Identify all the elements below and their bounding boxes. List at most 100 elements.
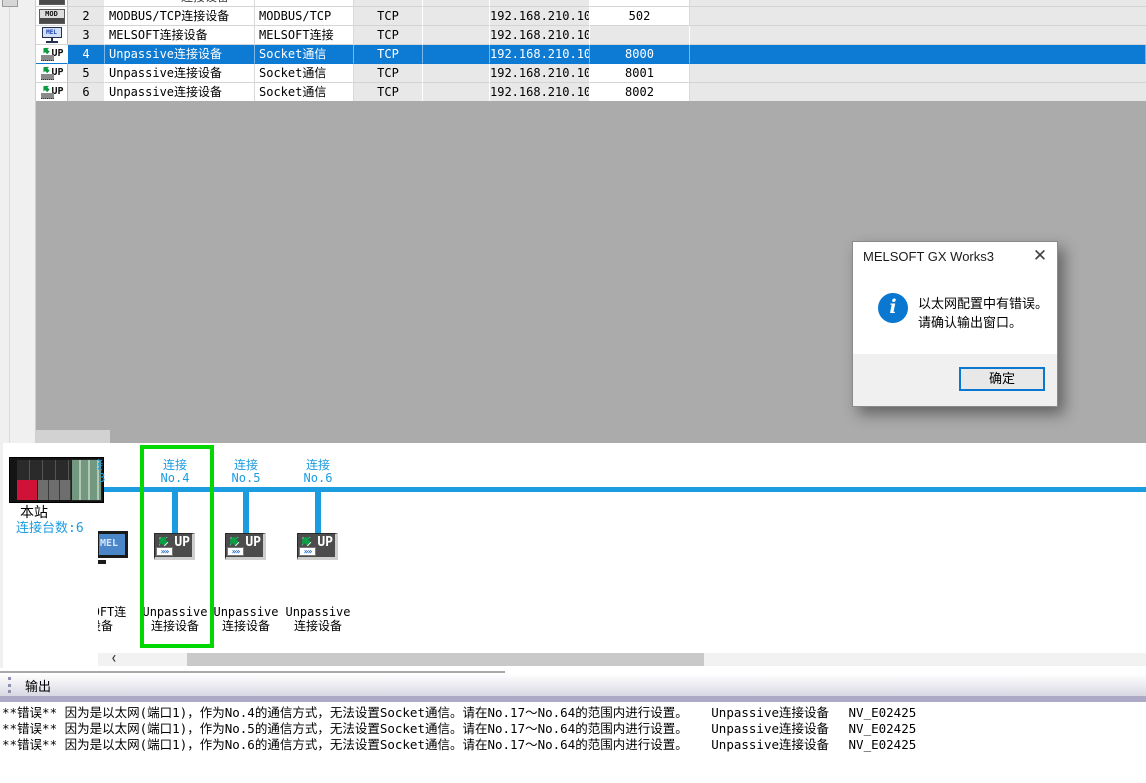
connection-label-no6: 连接 No.6 xyxy=(278,459,358,485)
port-cell[interactable]: 8002 xyxy=(590,83,690,102)
selected-connection-highlight xyxy=(140,445,214,648)
comm-method-cell[interactable]: Socket通信 xyxy=(255,83,354,102)
port-cell[interactable]: 8000 xyxy=(590,45,690,64)
connection-label-no5: 连接 No.5 xyxy=(206,459,286,485)
spacer-cell xyxy=(423,83,490,102)
protocol-cell: TCP xyxy=(354,83,423,102)
spacer-cell xyxy=(423,0,490,7)
error-message: 因为是以太网(端口1)，作为No.4的通信方式，无法设置Socket通信。请在N… xyxy=(65,705,688,720)
modbus-device-icon: MOD xyxy=(39,9,65,24)
table-row-unpassive-4-selected[interactable]: UP 4 Unpassive连接设备 Socket通信 TCP 192.168.… xyxy=(36,45,1146,64)
gutter-divider xyxy=(9,0,10,443)
melsoft-device-icon: MEL xyxy=(41,27,63,43)
error-device: Unpassive连接设备 xyxy=(711,705,829,720)
dialog-title: MELSOFT GX Works3 xyxy=(863,249,994,264)
connection-count-label: 连接台数:6 xyxy=(16,517,84,536)
device-node-label-no6: Unpassive 连接设备 xyxy=(270,605,366,633)
spacer-cell xyxy=(423,64,490,83)
row-number: 4 xyxy=(68,45,105,64)
protocol-cell: TCP xyxy=(354,7,423,26)
error-line[interactable]: **错误** 因为是以太网(端口1)，作为No.6的通信方式，无法设置Socke… xyxy=(2,737,1146,753)
trailing-cell xyxy=(690,64,1146,83)
row-number: 5 xyxy=(68,64,105,83)
error-message: 因为是以太网(端口1)，作为No.5的通信方式，无法设置Socket通信。请在N… xyxy=(65,721,688,736)
output-header-strip xyxy=(0,696,1146,702)
comm-method-cell[interactable]: MODBUS/TCP xyxy=(255,7,354,26)
table-row-partial[interactable]: 连接设备 xyxy=(36,0,1146,7)
table-row-unpassive-6[interactable]: UP 6 Unpassive连接设备 Socket通信 TCP 192.168.… xyxy=(36,83,1146,102)
device-icon-cell: MEL xyxy=(36,26,68,45)
gx-works3-ethernet-configuration-window: 连接设备 MOD 2 MODBUS/TCP连接设备 MODBUS/TCP TCP… xyxy=(0,0,1146,783)
trailing-cell xyxy=(690,26,1146,45)
plc-module-image[interactable] xyxy=(9,457,104,503)
device-name-cell[interactable]: MODBUS/TCP连接设备 xyxy=(105,7,255,26)
diagram-horizontal-scrollbar[interactable]: ❮ xyxy=(98,653,1146,666)
device-name-cell[interactable]: MELSOFT连接设备 xyxy=(105,26,255,45)
ethernet-bus-line xyxy=(104,487,1146,492)
unpassive-node-icon-no6[interactable]: UP »» xyxy=(297,533,338,560)
error-prefix: **错误** xyxy=(2,721,57,736)
port-cell[interactable]: 8001 xyxy=(590,64,690,83)
protocol-cell: TCP xyxy=(354,64,423,83)
error-device: Unpassive连接设备 xyxy=(711,737,829,752)
drag-handle-icon[interactable] xyxy=(8,677,11,693)
ip-address-cell: 192.168.210.101 xyxy=(490,83,590,102)
connection-label-no3: 连接 No.3 xyxy=(98,459,131,485)
network-diagram-panel: 本站 连接台数:6 连接 No.3 MEL MELSOFT连 接设备 连接 No… xyxy=(0,443,1146,668)
unpassive-node-icon-no5[interactable]: UP »» xyxy=(225,533,266,560)
dialog-title-bar[interactable]: MELSOFT GX Works3 ✕ xyxy=(853,242,1057,272)
chevron-badge: »» xyxy=(227,547,244,556)
output-message-list: **错误** 因为是以太网(端口1)，作为No.4的通信方式，无法设置Socke… xyxy=(2,705,1146,753)
device-name-cell[interactable]: Unpassive连接设备 xyxy=(105,45,255,64)
trailing-cell xyxy=(690,45,1146,64)
port-cell[interactable] xyxy=(590,26,690,45)
comm-method-cell[interactable]: Socket通信 xyxy=(255,64,354,83)
comm-method-cell[interactable]: Socket通信 xyxy=(255,45,354,64)
dialog-message: 以太网配置中有错误。 请确认输出窗口。 xyxy=(918,294,1048,332)
table-row-melsoft[interactable]: MEL 3 MELSOFT连接设备 MELSOFT连接 TCP 192.168.… xyxy=(36,26,1146,45)
port-cell[interactable] xyxy=(590,0,690,7)
trailing-cell xyxy=(690,83,1146,102)
table-row-unpassive-5[interactable]: UP 5 Unpassive连接设备 Socket通信 TCP 192.168.… xyxy=(36,64,1146,83)
dialog-footer: 确定 xyxy=(853,354,1057,406)
error-prefix: **错误** xyxy=(2,705,57,720)
unpassive-device-icon: UP xyxy=(39,65,65,81)
connection-line-no6 xyxy=(315,492,321,533)
workspace-scroll-remnant xyxy=(36,430,110,443)
device-icon-cell xyxy=(36,0,68,7)
row-number: 2 xyxy=(68,7,105,26)
ip-address-cell: 192.168.210.101 xyxy=(490,45,590,64)
scrollbar-thumb[interactable] xyxy=(187,653,704,666)
device-name-cell[interactable]: Unpassive连接设备 xyxy=(105,64,255,83)
spacer-cell xyxy=(423,7,490,26)
error-prefix: **错误** xyxy=(2,737,57,752)
device-icon-cell: UP xyxy=(36,64,68,83)
close-icon[interactable]: ✕ xyxy=(1029,245,1051,267)
trailing-cell xyxy=(690,7,1146,26)
partial-toolbar-button[interactable] xyxy=(2,0,18,7)
ip-address-cell: 192.168.210.101 xyxy=(490,7,590,26)
spacer-cell xyxy=(423,45,490,64)
device-name-cell[interactable]: Unpassive连接设备 xyxy=(105,83,255,102)
table-row-modbus[interactable]: MOD 2 MODBUS/TCP连接设备 MODBUS/TCP TCP 192.… xyxy=(36,7,1146,26)
comm-method-cell[interactable] xyxy=(255,0,354,7)
ok-button[interactable]: 确定 xyxy=(959,367,1045,391)
dialog-body: i 以太网配置中有错误。 请确认输出窗口。 xyxy=(853,272,1057,356)
protocol-cell: TCP xyxy=(354,45,423,64)
row-number: 6 xyxy=(68,83,105,102)
chevron-badge: »» xyxy=(299,547,316,556)
error-code: NV_E02425 xyxy=(849,737,917,752)
unpassive-device-icon: UP xyxy=(39,46,65,62)
port-cell[interactable]: 502 xyxy=(590,7,690,26)
scroll-left-arrow[interactable]: ❮ xyxy=(106,653,122,666)
melsoft-device-node-icon[interactable]: MEL xyxy=(98,531,128,558)
spacer-cell xyxy=(423,26,490,45)
protocol-cell xyxy=(354,0,423,7)
error-line[interactable]: **错误** 因为是以太网(端口1)，作为No.4的通信方式，无法设置Socke… xyxy=(2,705,1146,721)
error-line[interactable]: **错误** 因为是以太网(端口1)，作为No.5的通信方式，无法设置Socke… xyxy=(2,721,1146,737)
output-title: 输出 xyxy=(25,676,51,695)
device-name-cell[interactable]: 连接设备 xyxy=(105,0,255,7)
comm-method-cell[interactable]: MELSOFT连接 xyxy=(255,26,354,45)
error-code: NV_E02425 xyxy=(849,705,917,720)
protocol-cell: TCP xyxy=(354,26,423,45)
